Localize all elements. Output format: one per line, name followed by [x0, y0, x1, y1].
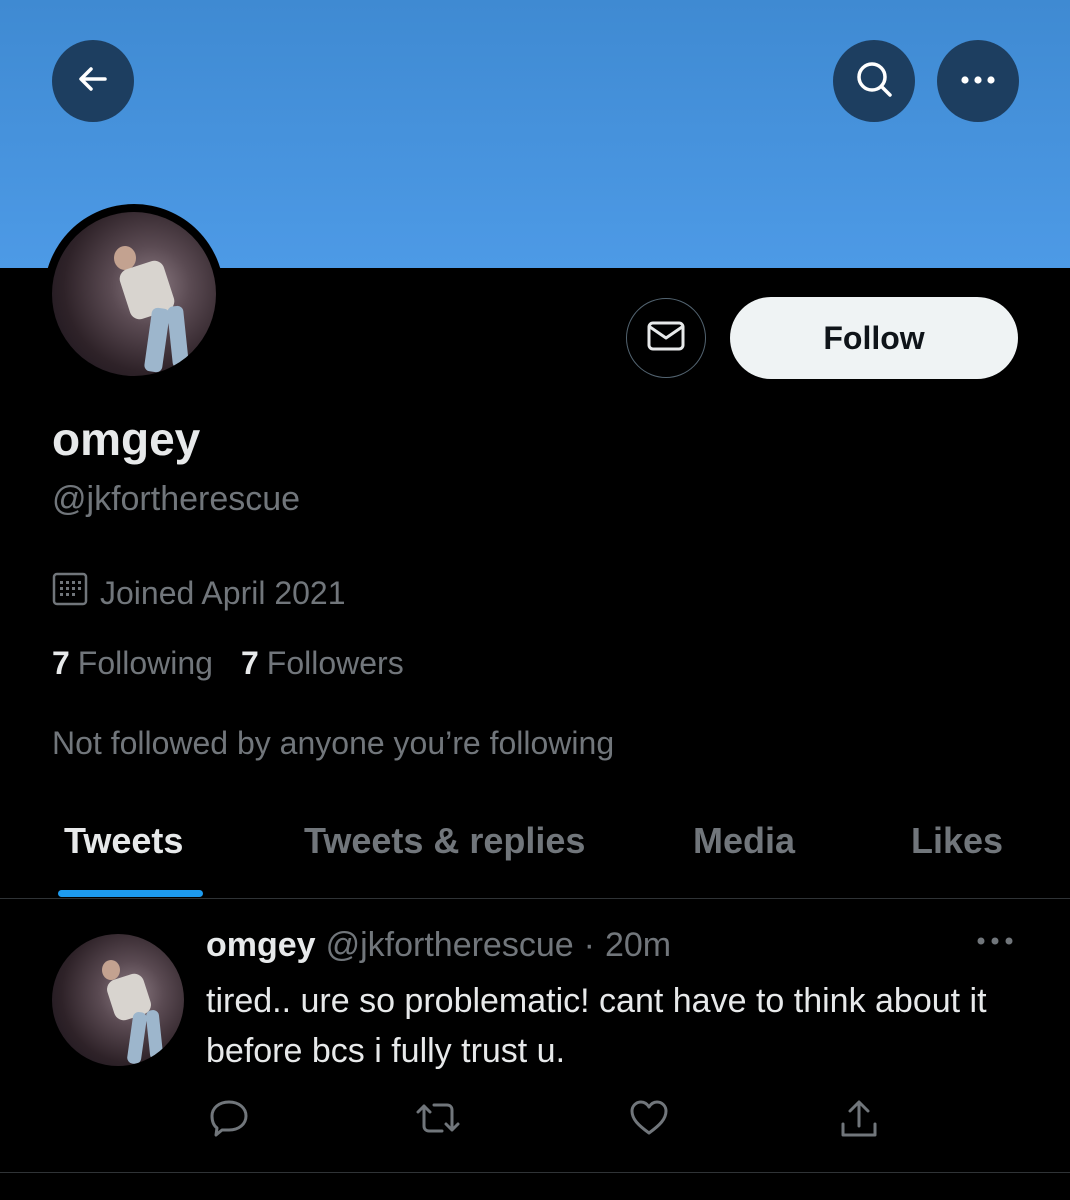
tab-tweets-replies[interactable]: Tweets & replies	[304, 820, 585, 862]
tab-tweets[interactable]: Tweets	[64, 820, 183, 862]
profile-display-name: omgey	[52, 413, 201, 465]
tweet-header: omgey @jkfortherescue · 20m	[206, 926, 671, 965]
tweet-text: tired.. ure so problematic! cant have to…	[206, 982, 987, 1070]
tweet-divider	[0, 1172, 1070, 1173]
search-button[interactable]	[833, 40, 915, 122]
profile-handle: @jkfortherescue	[52, 480, 301, 518]
search-icon	[853, 58, 895, 105]
retweet-icon[interactable]	[414, 1098, 462, 1143]
followers-label: Followers	[266, 645, 404, 681]
tweet-separator: ·	[583, 926, 595, 964]
following-link[interactable]: 7 Following	[52, 645, 213, 682]
tweet-author-name[interactable]: omgey	[206, 926, 316, 965]
more-horizontal-icon	[960, 72, 996, 90]
avatar-image	[52, 212, 216, 376]
message-button[interactable]	[626, 298, 706, 378]
tab-media[interactable]: Media	[693, 820, 795, 862]
active-tab-indicator	[58, 890, 203, 897]
tweet-more-icon[interactable]	[975, 934, 1015, 952]
more-options-button[interactable]	[937, 40, 1019, 122]
follow-button[interactable]: Follow	[730, 297, 1018, 379]
joined-text: Joined April 2021	[100, 574, 346, 611]
tweet-timestamp[interactable]: 20m	[605, 926, 671, 965]
followers-link[interactable]: 7 Followers	[241, 645, 404, 682]
profile-tabs: Tweets Tweets & replies Media Likes	[0, 800, 1070, 898]
following-label: Following	[77, 645, 213, 681]
back-button[interactable]	[52, 40, 134, 122]
joined-date: Joined April 2021	[52, 572, 346, 614]
profile-avatar[interactable]	[44, 204, 224, 384]
calendar-icon	[52, 572, 88, 614]
reply-icon[interactable]	[208, 1098, 250, 1143]
arrow-left-icon	[75, 61, 111, 102]
mutuals-note: Not followed by anyone you’re following	[52, 725, 615, 761]
tweet-avatar[interactable]	[52, 934, 184, 1066]
tab-likes[interactable]: Likes	[911, 820, 1003, 862]
tweet-author-handle[interactable]: @jkfortherescue	[326, 926, 574, 965]
followers-count: 7	[240, 645, 259, 681]
follow-counts: 7 Following 7 Followers	[52, 645, 404, 682]
following-count: 7	[52, 645, 70, 681]
tabs-divider	[0, 898, 1070, 899]
envelope-icon	[646, 320, 686, 357]
share-icon[interactable]	[838, 1098, 880, 1145]
like-icon[interactable]	[628, 1098, 670, 1143]
